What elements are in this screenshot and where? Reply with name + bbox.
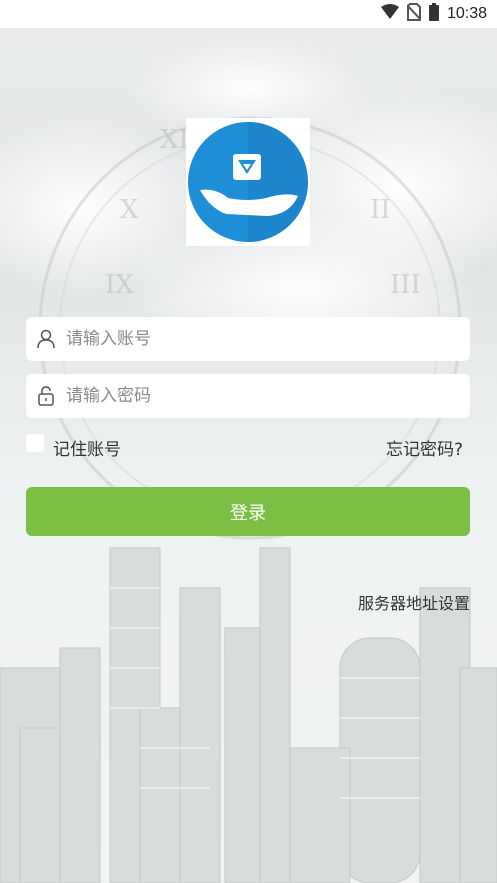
battery-icon [428, 3, 439, 25]
username-input[interactable] [64, 328, 448, 350]
forgot-password-link[interactable]: 忘记密码? [386, 435, 463, 460]
svg-text:II: II [370, 195, 391, 225]
wifi-icon [380, 4, 399, 24]
username-field[interactable] [26, 317, 470, 361]
login-button[interactable]: 登录 [26, 487, 470, 536]
svg-text:XI: XI [160, 125, 189, 155]
no-sim-icon [406, 3, 422, 25]
hand-holding-cube-logo [188, 122, 308, 242]
user-icon [36, 328, 56, 350]
status-icons: 10:38 [380, 3, 487, 25]
remember-checkbox[interactable] [26, 434, 44, 452]
app-logo [186, 118, 310, 246]
remember-label[interactable]: 记住账号 [53, 435, 121, 460]
svg-text:III: III [390, 270, 421, 300]
svg-text:IX: IX [105, 270, 134, 300]
password-input[interactable] [64, 385, 448, 407]
svg-text:X: X [120, 195, 139, 225]
status-bar: 10:38 [0, 0, 497, 28]
status-time: 10:38 [446, 5, 487, 22]
password-field[interactable] [26, 374, 470, 418]
server-settings-link[interactable]: 服务器地址设置 [358, 590, 470, 614]
lock-icon [36, 385, 56, 407]
